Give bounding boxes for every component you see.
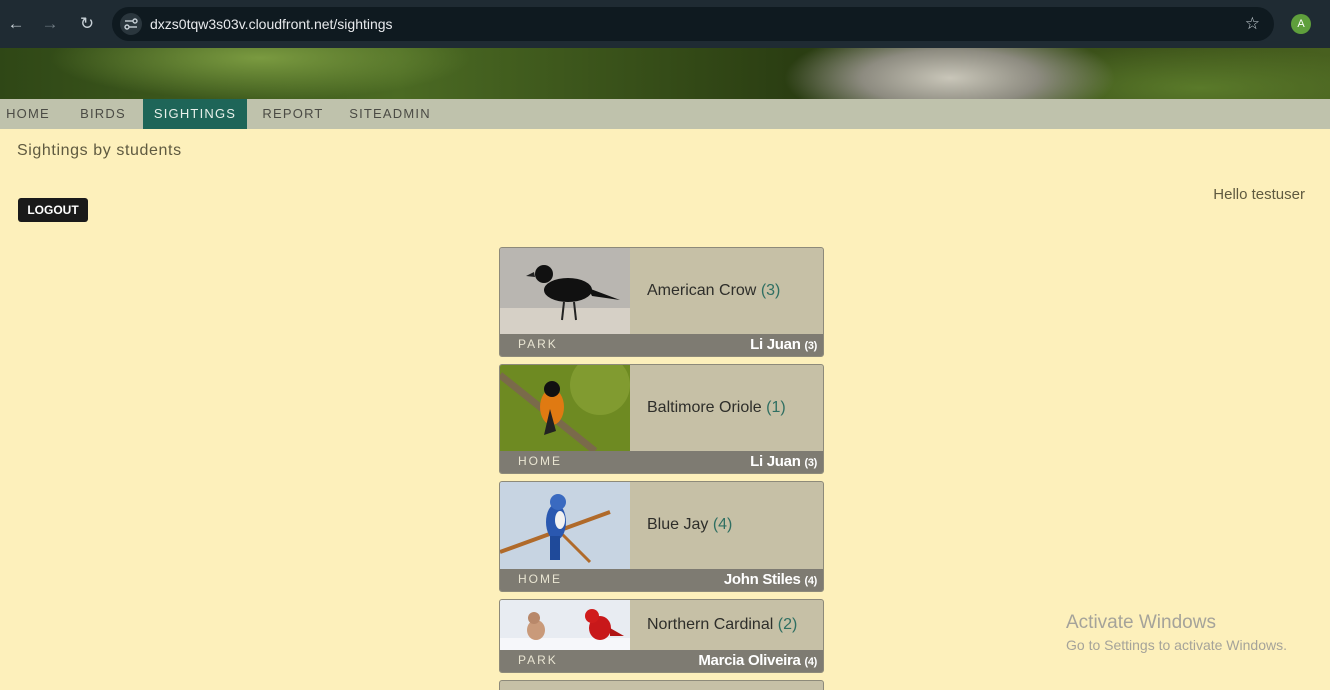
site-settings-icon[interactable] [120, 13, 142, 35]
student-name: Marcia Oliveira (4) [698, 652, 817, 669]
address-bar[interactable]: dxzs0tqw3s03v.cloudfront.net/sightings ☆ [112, 7, 1274, 41]
windows-activation-hint: Go to Settings to activate Windows. [1066, 637, 1287, 653]
bird-name[interactable]: Baltimore Oriole (1) [647, 399, 786, 417]
page-subtitle: Sightings by students [17, 142, 182, 159]
sighting-card[interactable]: Northern Cardinal (2) PARK Marcia Olivei… [499, 599, 824, 673]
location-label: HOME [518, 572, 562, 586]
student-name: John Stiles (4) [723, 571, 817, 588]
bird-name[interactable]: Blue Jay (4) [647, 516, 732, 534]
nav-item-birds[interactable]: BIRDS [74, 99, 132, 129]
card-footer: HOME John Stiles (4) [500, 569, 823, 591]
blue-jay-photo [500, 482, 630, 569]
profile-avatar[interactable]: A [1291, 14, 1311, 34]
sighting-card[interactable]: Blue Jay (4) HOME John Stiles (4) [499, 481, 824, 592]
bookmark-star-icon[interactable]: ☆ [1245, 13, 1260, 35]
american-crow-photo [500, 248, 630, 334]
bird-name[interactable]: American Crow (3) [647, 282, 780, 300]
user-greeting: Hello testuser [1213, 186, 1305, 203]
baltimore-oriole-photo [500, 365, 630, 451]
back-arrow-icon[interactable]: ← [4, 12, 28, 36]
location-label: HOME [518, 454, 562, 468]
url-text[interactable]: dxzs0tqw3s03v.cloudfront.net/sightings [150, 16, 393, 32]
location-label: PARK [518, 653, 558, 667]
student-name: Li Juan (3) [750, 336, 817, 353]
bird-name[interactable]: Northern Cardinal (2) [647, 616, 797, 634]
card-footer: HOME Li Juan (3) [500, 451, 823, 473]
sighting-card-partial[interactable] [499, 680, 824, 690]
card-footer: PARK Li Juan (3) [500, 334, 823, 356]
windows-activation-title: Activate Windows [1066, 612, 1216, 633]
nav-item-report[interactable]: REPORT [258, 99, 328, 129]
logout-button[interactable]: LOGOUT [18, 198, 88, 222]
forward-arrow-icon[interactable]: → [38, 12, 62, 36]
nav-item-sightings[interactable]: SIGHTINGS [143, 99, 247, 129]
sighting-card[interactable]: American Crow (3) PARK Li Juan (3) [499, 247, 824, 357]
card-footer: PARK Marcia Oliveira (4) [500, 650, 823, 672]
hero-banner-image [0, 48, 1330, 99]
location-label: PARK [518, 337, 558, 351]
northern-cardinal-photo [500, 600, 630, 650]
browser-toolbar: ← → ↻ dxzs0tqw3s03v.cloudfront.net/sight… [0, 0, 1330, 48]
nav-item-home[interactable]: HOME [0, 99, 56, 129]
student-name: Li Juan (3) [750, 453, 817, 470]
site-nav: HOME BIRDS SIGHTINGS REPORT SITEADMIN [0, 99, 1330, 129]
sighting-card[interactable]: Baltimore Oriole (1) HOME Li Juan (3) [499, 364, 824, 474]
reload-icon[interactable]: ↻ [75, 12, 99, 36]
nav-item-siteadmin[interactable]: SITEADMIN [345, 99, 435, 129]
